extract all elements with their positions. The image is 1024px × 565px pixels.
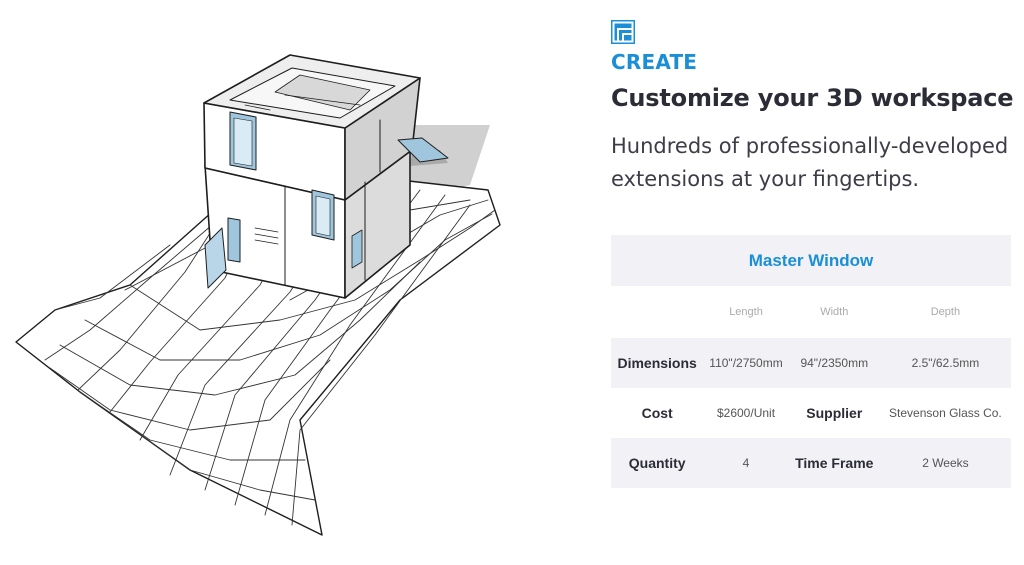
dimension-depth-value: 2.5"/62.5mm bbox=[879, 338, 1011, 388]
spec-table: Master Window Length Width Depth Dimensi… bbox=[611, 235, 1011, 488]
column-header-depth: Depth bbox=[930, 306, 961, 318]
spec-table-header-row: Length Width Depth bbox=[611, 286, 1011, 338]
dimension-width-value: 94"/2350mm bbox=[788, 338, 880, 388]
column-header-length: Length bbox=[729, 306, 763, 318]
table-row: Quantity 4 Time Frame 2 Weeks bbox=[611, 438, 1011, 488]
row-label-dimensions: Dimensions bbox=[611, 338, 704, 388]
cost-value: $2600/Unit bbox=[716, 406, 776, 420]
row-label-cost: Cost bbox=[641, 405, 673, 421]
supplier-value: Stevenson Glass Co. bbox=[889, 406, 1002, 420]
time-frame-value: 2 Weeks bbox=[879, 438, 1011, 488]
row-label-quantity: Quantity bbox=[611, 438, 704, 488]
row-label-time-frame: Time Frame bbox=[788, 438, 880, 488]
table-row: Cost $2600/Unit Supplier Stevenson Glass… bbox=[611, 388, 1011, 438]
table-row: Dimensions 110"/2750mm 94"/2350mm 2.5"/6… bbox=[611, 338, 1011, 388]
layers-icon bbox=[611, 20, 635, 44]
section-eyebrow: CREATE bbox=[611, 50, 698, 74]
spec-table-title: Master Window bbox=[611, 235, 1011, 286]
row-label-supplier: Supplier bbox=[806, 405, 863, 421]
quantity-value: 4 bbox=[703, 438, 789, 488]
page-headline: Customize your 3D workspace bbox=[611, 84, 1014, 112]
house-3d-model-illustration bbox=[15, 54, 501, 536]
page-subtext: Hundreds of professionally-developed ext… bbox=[611, 134, 1009, 191]
dimension-length-value: 110"/2750mm bbox=[703, 338, 789, 388]
column-header-width: Width bbox=[820, 306, 849, 318]
